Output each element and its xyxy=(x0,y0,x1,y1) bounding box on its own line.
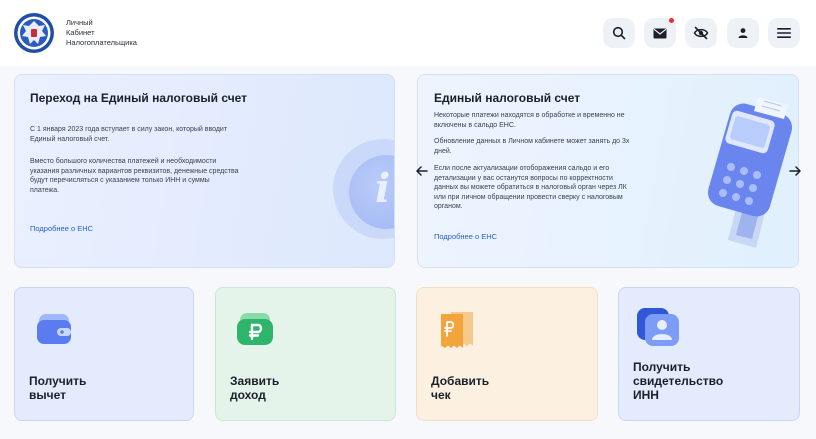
banner-title: Переход на Единый налоговый счет xyxy=(30,91,248,105)
arrow-left-icon xyxy=(416,166,428,176)
card-label-line: доход xyxy=(230,388,266,402)
mail-icon xyxy=(653,28,667,38)
get-deduction-card[interactable]: Получить вычет xyxy=(14,287,194,421)
payment-terminal-icon xyxy=(707,97,793,248)
card-label-line: Получить xyxy=(633,360,691,374)
card-label-line: Добавить xyxy=(431,374,490,388)
card-label: Получить свидетельство ИНН xyxy=(633,360,723,402)
messages-button[interactable] xyxy=(644,18,676,48)
app-header: Личный Кабинет Налогоплательщика xyxy=(0,0,816,66)
banner-text: Обновление данных в Личном кабинете може… xyxy=(434,138,630,155)
card-label-line: Получить xyxy=(29,374,87,388)
profile-button[interactable] xyxy=(727,18,759,48)
card-label-line: Заявить xyxy=(230,374,280,388)
declare-income-card[interactable]: Заявить доход xyxy=(215,287,396,421)
ens-transition-banner[interactable]: i Переход на Единый налоговый счет С 1 я… xyxy=(14,74,395,268)
card-label-line: свидетельство xyxy=(633,374,724,388)
banner-text: Вместо большого количества платежей и не… xyxy=(30,158,239,194)
menu-button[interactable] xyxy=(768,18,800,48)
card-label-line: ИНН xyxy=(633,388,659,402)
brand-title: Личный Кабинет Налогоплательщика xyxy=(66,18,137,48)
ruble-wallet-icon xyxy=(237,313,273,345)
fns-emblem-logo[interactable] xyxy=(12,12,56,54)
card-label-line: вычет xyxy=(29,388,66,402)
card-label: Заявить доход xyxy=(230,374,279,402)
brand-line: Налогоплательщика xyxy=(66,38,137,47)
notification-dot xyxy=(669,18,674,23)
banner-text: Некоторые платежи находятся в обработке … xyxy=(434,112,625,129)
arrow-right-icon xyxy=(789,166,801,176)
search-button[interactable] xyxy=(603,18,635,48)
id-card-icon xyxy=(637,308,679,346)
ens-more-link[interactable]: Подробнее о ЕНС xyxy=(30,224,93,233)
info-icon: i xyxy=(375,165,391,212)
ens-status-banner[interactable]: Единый налоговый счет Некоторые платежи … xyxy=(417,74,799,268)
brand-line: Личный xyxy=(66,18,93,27)
ens-more-link[interactable]: Подробнее о ЕНС xyxy=(434,232,497,241)
inn-certificate-card[interactable]: Получить свидетельство ИНН xyxy=(618,287,800,421)
banner-text: Если после актуализации отоборажения сал… xyxy=(434,165,627,210)
brand-line: Кабинет xyxy=(66,28,95,37)
carousel-prev-button[interactable] xyxy=(414,161,430,181)
card-label: Получить вычет xyxy=(29,374,86,402)
card-label: Добавить чек xyxy=(431,374,489,402)
banner-title: Единый налоговый счет xyxy=(434,91,581,105)
user-icon xyxy=(738,28,748,38)
card-label-line: чек xyxy=(431,388,451,402)
receipt-icon xyxy=(441,312,473,348)
eye-off-icon xyxy=(693,26,709,40)
banner-text: С 1 января 2023 года вступает в силу зак… xyxy=(30,126,228,143)
hide-balances-button[interactable] xyxy=(685,18,717,48)
carousel-next-button[interactable] xyxy=(787,161,803,181)
wallet-icon xyxy=(37,314,71,344)
add-receipt-card[interactable]: Добавить чек xyxy=(416,287,598,421)
search-icon xyxy=(612,26,626,40)
menu-icon xyxy=(777,28,791,38)
